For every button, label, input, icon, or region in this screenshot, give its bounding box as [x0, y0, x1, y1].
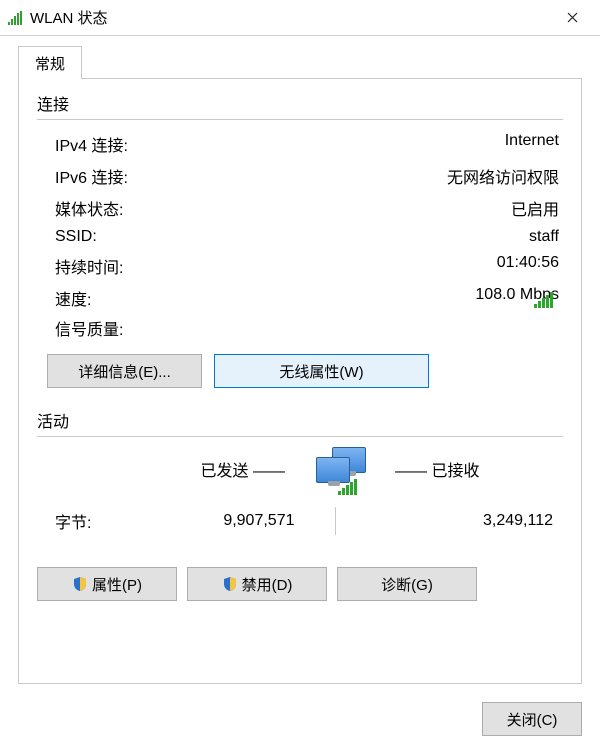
- media-label: 媒体状态:: [55, 196, 123, 220]
- connection-buttons: 详细信息(E)... 无线属性(W): [47, 354, 563, 388]
- signal-label: 信号质量:: [55, 316, 123, 340]
- signal-strength-icon: [534, 292, 553, 308]
- ssid-label: SSID:: [55, 228, 97, 246]
- sent-label: 已发送 ——: [117, 453, 295, 485]
- row-ipv6: IPv6 连接: 无网络访问权限: [55, 160, 563, 192]
- row-speed: 速度: 108.0 Mbps: [55, 282, 563, 314]
- ipv6-value: 无网络访问权限: [447, 164, 559, 188]
- duration-value: 01:40:56: [497, 254, 559, 278]
- activity-monitors-icon: [295, 445, 385, 493]
- connection-group: 连接 IPv4 连接: Internet IPv6 连接: 无网络访问权限 媒体…: [37, 91, 563, 388]
- disable-button[interactable]: 禁用(D): [187, 567, 327, 601]
- bytes-label: 字节:: [37, 509, 117, 533]
- row-media: 媒体状态: 已启用: [55, 192, 563, 224]
- bytes-received-value: 3,249,112: [336, 512, 564, 530]
- disable-label: 禁用(D): [242, 574, 293, 595]
- row-ipv4: IPv4 连接: Internet: [55, 128, 563, 160]
- diagnose-button[interactable]: 诊断(G): [337, 567, 477, 601]
- row-ssid: SSID: staff: [55, 224, 563, 250]
- ipv4-value: Internet: [505, 132, 559, 156]
- activity-labels: 已发送 —— —— 已接收: [37, 445, 563, 493]
- close-icon[interactable]: [552, 3, 592, 33]
- properties-label: 属性(P): [92, 574, 142, 595]
- connection-header: 连接: [37, 91, 563, 115]
- close-button[interactable]: 关闭(C): [482, 702, 582, 736]
- bytes-sent-value: 9,907,571: [117, 512, 335, 530]
- ipv6-label: IPv6 连接:: [55, 164, 128, 188]
- speed-label: 速度:: [55, 286, 91, 310]
- shield-icon: [72, 576, 88, 592]
- tabs: 常规: [18, 46, 582, 78]
- tab-general[interactable]: 常规: [18, 46, 82, 79]
- duration-label: 持续时间:: [55, 254, 123, 278]
- activity-header: 活动: [37, 408, 563, 432]
- row-signal: 信号质量:: [55, 314, 563, 342]
- window-title: WLAN 状态: [30, 7, 552, 28]
- content-area: 常规 连接 IPv4 连接: Internet IPv6 连接: 无网络访问权限…: [0, 36, 600, 692]
- received-label: —— 已接收: [385, 453, 563, 485]
- tab-panel: 连接 IPv4 连接: Internet IPv6 连接: 无网络访问权限 媒体…: [18, 78, 582, 684]
- dialog-footer: 关闭(C): [0, 692, 600, 748]
- activity-bytes-row: 字节: 9,907,571 3,249,112: [37, 507, 563, 535]
- wlan-status-dialog: WLAN 状态 常规 连接 IPv4 连接: Internet IPv6 连接:: [0, 0, 600, 748]
- activity-group: 活动 已发送 —— —— 已接收: [37, 408, 563, 535]
- ssid-value: staff: [529, 228, 559, 246]
- bottom-buttons: 属性(P) 禁用(D) 诊断(G): [37, 567, 563, 601]
- wireless-properties-button[interactable]: 无线属性(W): [214, 354, 429, 388]
- properties-button[interactable]: 属性(P): [37, 567, 177, 601]
- wifi-icon: [8, 11, 24, 25]
- connection-body: IPv4 连接: Internet IPv6 连接: 无网络访问权限 媒体状态:…: [37, 119, 563, 342]
- media-value: 已启用: [511, 196, 559, 220]
- row-duration: 持续时间: 01:40:56: [55, 250, 563, 282]
- ipv4-label: IPv4 连接:: [55, 132, 128, 156]
- titlebar: WLAN 状态: [0, 0, 600, 36]
- details-button[interactable]: 详细信息(E)...: [47, 354, 202, 388]
- shield-icon: [222, 576, 238, 592]
